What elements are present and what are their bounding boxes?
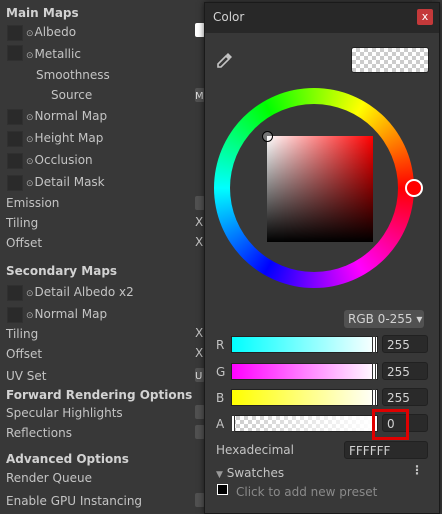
picker-dot-icon[interactable]: ⊙ (26, 157, 34, 167)
picker-dot-icon[interactable]: ⊙ (26, 179, 34, 189)
secondary-maps-header: Secondary Maps (6, 264, 118, 278)
forward-rendering-header: Forward Rendering Options (6, 388, 193, 402)
detail-albedo-label: ⊙Detail Albedo x2 (26, 285, 134, 299)
channel-b-slider[interactable] (231, 389, 378, 406)
channel-a-slider[interactable] (231, 415, 378, 432)
picker-dot-icon[interactable]: ⊙ (26, 51, 34, 61)
occlusion-texture-slot[interactable] (7, 153, 23, 169)
smoothness-label: Smoothness (36, 68, 110, 82)
hexadecimal-label: Hexadecimal (216, 443, 294, 457)
source-label: Source (51, 88, 93, 102)
alpha-field-highlight (372, 409, 409, 440)
channel-b-handle[interactable] (372, 389, 376, 406)
chevron-down-icon: ▾ (416, 312, 423, 326)
occlusion-label: ⊙Occlusion (26, 153, 93, 167)
color-picker-window: Color x RGB 0-255 ▾ R 255 G 255 B 255 A … (204, 2, 440, 514)
albedo-texture-slot[interactable] (7, 25, 23, 41)
color-window-title: Color (213, 10, 245, 24)
render-queue-label: Render Queue (6, 471, 92, 485)
channel-g-slider[interactable] (231, 363, 378, 380)
kebab-menu-icon[interactable]: ⋮ (411, 463, 423, 477)
picker-dot-icon[interactable]: ⊙ (26, 29, 34, 39)
color-preview-swatch[interactable] (351, 47, 429, 73)
color-window-title-bar[interactable]: Color x (205, 3, 439, 33)
height-map-label: ⊙Height Map (26, 131, 104, 145)
picker-dot-icon[interactable]: ⊙ (26, 289, 34, 299)
advanced-options-header: Advanced Options (6, 452, 129, 466)
color-mode-dropdown[interactable]: RGB 0-255 ▾ (344, 310, 424, 328)
offset2-x-label: X (195, 346, 204, 360)
height-map-texture-slot[interactable] (7, 131, 23, 147)
sv-picker-handle[interactable] (262, 131, 273, 142)
channel-r-field[interactable]: 255 (382, 335, 428, 353)
normal-map-texture-slot[interactable] (7, 109, 23, 125)
detail-normal-texture-slot[interactable] (7, 307, 23, 323)
channel-r-label: R (216, 338, 225, 352)
normal-map-label: ⊙Normal Map (26, 109, 108, 123)
tiling-label: Tiling (6, 216, 39, 230)
hue-picker-handle[interactable] (405, 179, 423, 197)
preset-swatch-icon[interactable] (217, 484, 228, 495)
detail-normal-label: ⊙Normal Map (26, 307, 108, 321)
specular-highlights-label: Specular Highlights (6, 406, 123, 420)
detail-mask-texture-slot[interactable] (7, 175, 23, 191)
emission-label: Emission (6, 196, 60, 210)
tiling-x-label: X (195, 215, 204, 229)
swatches-hint: Click to add new preset (236, 485, 378, 499)
picker-dot-icon[interactable]: ⊙ (26, 113, 34, 123)
picker-dot-icon[interactable]: ⊙ (26, 135, 34, 145)
channel-r-slider[interactable] (231, 336, 378, 353)
detail-albedo-texture-slot[interactable] (7, 285, 23, 301)
gpu-instancing-label: Enable GPU Instancing (6, 494, 143, 508)
offset-x-label: X (195, 235, 204, 249)
metallic-label: ⊙Metallic (26, 47, 81, 61)
eyedropper-icon[interactable] (216, 51, 234, 69)
picker-dot-icon[interactable]: ⊙ (26, 311, 34, 321)
channel-a-handle[interactable] (231, 415, 235, 432)
tiling2-x-label: X (195, 326, 204, 340)
uv-set-label: UV Set (6, 369, 47, 383)
channel-g-field[interactable]: 255 (382, 362, 428, 380)
tiling2-label: Tiling (6, 327, 39, 341)
hexadecimal-field[interactable]: FFFFFF (344, 441, 428, 459)
offset-label: Offset (6, 236, 43, 250)
detail-mask-label: ⊙Detail Mask (26, 175, 105, 189)
close-icon[interactable]: x (417, 9, 433, 25)
saturation-value-square[interactable] (267, 136, 373, 242)
offset2-label: Offset (6, 347, 43, 361)
reflections-label: Reflections (6, 426, 72, 440)
swatches-foldout[interactable]: ▼ Swatches (216, 466, 284, 480)
channel-r-handle[interactable] (372, 336, 376, 353)
channel-b-field[interactable]: 255 (382, 388, 428, 406)
foldout-triangle-icon: ▼ (216, 470, 223, 480)
channel-a-label: A (216, 417, 225, 431)
metallic-texture-slot[interactable] (7, 45, 23, 61)
channel-b-label: B (216, 391, 225, 405)
channel-g-handle[interactable] (372, 363, 376, 380)
main-maps-header: Main Maps (6, 6, 79, 20)
albedo-label: ⊙Albedo (26, 25, 77, 39)
channel-g-label: G (216, 365, 226, 379)
